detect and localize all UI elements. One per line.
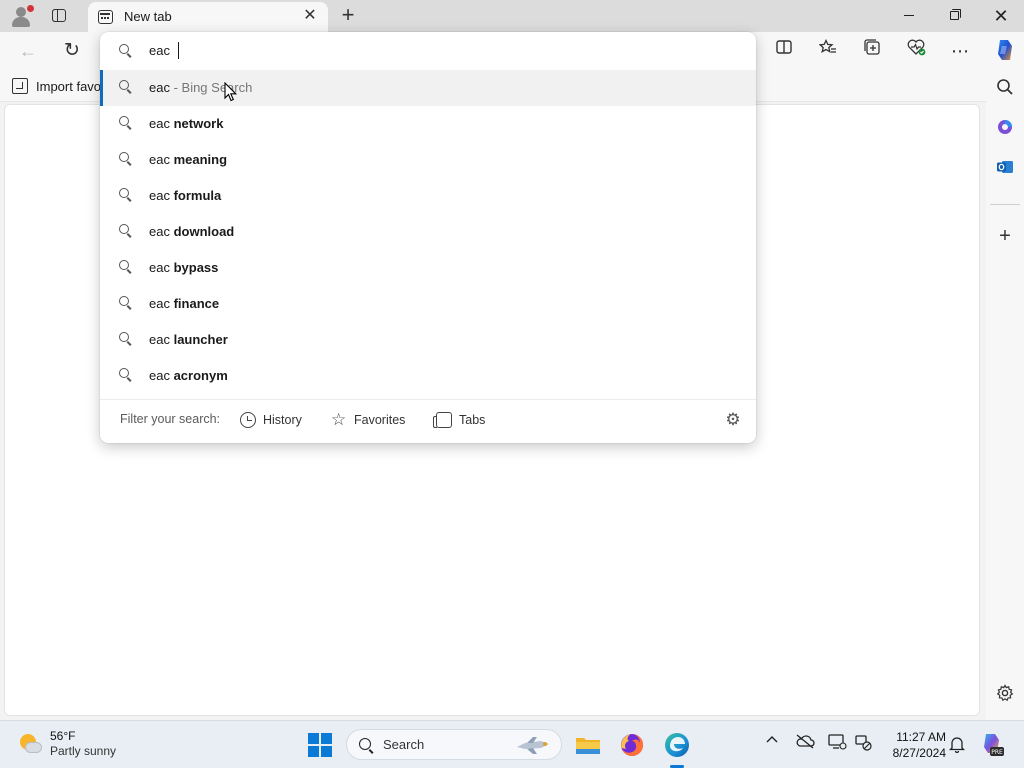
search-icon bbox=[119, 80, 133, 94]
suggestion-item[interactable]: eac network bbox=[100, 106, 756, 142]
suggestion-item[interactable]: eac finance bbox=[100, 286, 756, 322]
filter-favorites-label: Favorites bbox=[354, 413, 406, 427]
collections-icon[interactable] bbox=[858, 38, 886, 64]
copilot-icon[interactable] bbox=[991, 36, 1019, 64]
address-bar-text: eac bbox=[149, 43, 170, 58]
import-favorites-button[interactable]: Import favo bbox=[12, 77, 101, 95]
address-bar-input[interactable]: eac bbox=[100, 32, 756, 70]
partly-sunny-icon bbox=[18, 733, 42, 757]
filter-search-label: Filter your search: bbox=[120, 412, 221, 426]
tab-actions-icon[interactable] bbox=[50, 7, 70, 25]
restore-button[interactable] bbox=[932, 0, 978, 32]
add-sidebar-app-icon[interactable]: + bbox=[992, 223, 1018, 249]
filter-tabs-label: Tabs bbox=[459, 413, 486, 427]
firefox-icon[interactable] bbox=[616, 729, 648, 761]
settings-and-more-icon[interactable]: ⋯ bbox=[946, 38, 974, 64]
edge-sidebar: + bbox=[986, 40, 1024, 720]
search-settings-gear-icon[interactable]: ⚙ bbox=[724, 411, 742, 429]
refresh-button[interactable]: ↻ bbox=[58, 38, 86, 64]
search-sidebar-icon[interactable] bbox=[992, 78, 1018, 104]
new-tab-button[interactable]: + bbox=[336, 4, 360, 28]
sidebar-settings-icon[interactable] bbox=[992, 684, 1018, 710]
weather-widget[interactable]: 56°F Partly sunny bbox=[18, 729, 116, 759]
back-button[interactable]: ← bbox=[14, 38, 42, 64]
search-icon bbox=[119, 116, 133, 130]
file-explorer-icon[interactable] bbox=[572, 729, 604, 761]
history-icon bbox=[240, 412, 256, 428]
filter-tabs-button[interactable]: Tabs bbox=[433, 409, 486, 431]
tab-new-tab[interactable]: New tab ✕ bbox=[88, 2, 328, 32]
weather-condition: Partly sunny bbox=[50, 744, 117, 758]
suggestion-label: eac formula bbox=[149, 188, 222, 203]
filter-history-button[interactable]: History bbox=[240, 409, 302, 431]
sidebar-divider bbox=[990, 204, 1020, 205]
search-icon bbox=[119, 260, 133, 274]
suggestion-bing-search[interactable]: eac - Bing Search bbox=[100, 70, 756, 106]
onedrive-offline-icon[interactable] bbox=[794, 733, 816, 755]
suggestion-label: eac download bbox=[149, 224, 235, 239]
import-favorites-label: Import favo bbox=[36, 78, 102, 94]
suggestion-label: eac acronym bbox=[149, 368, 228, 383]
suggestion-label: eac finance bbox=[149, 296, 220, 311]
suggestion-label: eac meaning bbox=[149, 152, 228, 167]
network-status-icon[interactable] bbox=[852, 733, 874, 755]
display-icon[interactable] bbox=[826, 733, 848, 755]
suggestion-item[interactable]: eac bypass bbox=[100, 250, 756, 286]
address-bar-dropdown: eac eac - Bing Search eac network eac mean… bbox=[100, 32, 756, 443]
filter-history-label: History bbox=[263, 413, 302, 427]
notifications-bell-icon[interactable] bbox=[948, 735, 966, 754]
outlook-icon[interactable] bbox=[992, 158, 1018, 184]
favorites-icon[interactable] bbox=[814, 38, 842, 64]
search-icon bbox=[119, 332, 133, 346]
search-icon bbox=[119, 296, 133, 310]
search-icon bbox=[119, 44, 133, 58]
svg-text:PRE: PRE bbox=[991, 749, 1003, 756]
search-icon bbox=[119, 224, 133, 238]
dropdown-divider bbox=[100, 399, 756, 400]
windows-taskbar: 56°F Partly sunny Search 11:27 AM 8/27/2… bbox=[0, 720, 1024, 768]
start-button[interactable] bbox=[308, 733, 332, 757]
taskbar-search-box[interactable]: Search bbox=[346, 729, 562, 760]
new-tab-page-icon bbox=[98, 10, 113, 24]
edge-icon[interactable] bbox=[661, 729, 693, 768]
split-screen-icon[interactable] bbox=[770, 38, 798, 64]
suggestion-item[interactable]: eac acronym bbox=[100, 358, 756, 394]
search-icon bbox=[119, 188, 133, 202]
weather-temperature: 56°F bbox=[50, 729, 76, 743]
tab-title: New tab bbox=[124, 9, 172, 24]
star-icon: ☆ bbox=[331, 410, 347, 429]
profile-icon[interactable] bbox=[10, 5, 34, 27]
suggestion-label: eac launcher bbox=[149, 332, 228, 347]
suggestion-label: eac network bbox=[149, 116, 224, 131]
text-caret bbox=[178, 42, 179, 59]
clock-time: 11:27 AM bbox=[896, 730, 946, 744]
show-hidden-icons-chevron-icon[interactable] bbox=[762, 733, 782, 755]
suggestion-item[interactable]: eac download bbox=[100, 214, 756, 250]
taskbar-clock[interactable]: 11:27 AM 8/27/2024 bbox=[880, 729, 946, 761]
minimize-button[interactable] bbox=[886, 0, 932, 32]
close-window-button[interactable]: ✕ bbox=[978, 0, 1024, 32]
suggestion-item[interactable]: eac formula bbox=[100, 178, 756, 214]
close-tab-icon[interactable]: ✕ bbox=[300, 6, 320, 26]
import-icon bbox=[12, 78, 28, 94]
tabs-icon bbox=[433, 412, 452, 428]
title-bar: New tab ✕ + ✕ bbox=[0, 0, 1024, 32]
microsoft-365-icon[interactable] bbox=[992, 118, 1018, 144]
suggestion-item[interactable]: eac meaning bbox=[100, 142, 756, 178]
mouse-cursor-icon bbox=[224, 82, 238, 102]
search-icon bbox=[119, 368, 133, 382]
filter-favorites-button[interactable]: ☆ Favorites bbox=[331, 409, 405, 431]
taskbar-search-label: Search bbox=[383, 737, 425, 752]
clock-date: 8/27/2024 bbox=[892, 746, 946, 760]
suggestion-item[interactable]: eac launcher bbox=[100, 322, 756, 358]
taskbar-search-icon bbox=[359, 738, 374, 754]
copilot-preview-icon[interactable]: PRE bbox=[978, 731, 1006, 759]
browser-essentials-icon[interactable] bbox=[902, 38, 930, 64]
search-highlight-icon bbox=[517, 737, 549, 754]
suggestion-label: eac bypass bbox=[149, 260, 219, 275]
search-icon bbox=[119, 152, 133, 166]
